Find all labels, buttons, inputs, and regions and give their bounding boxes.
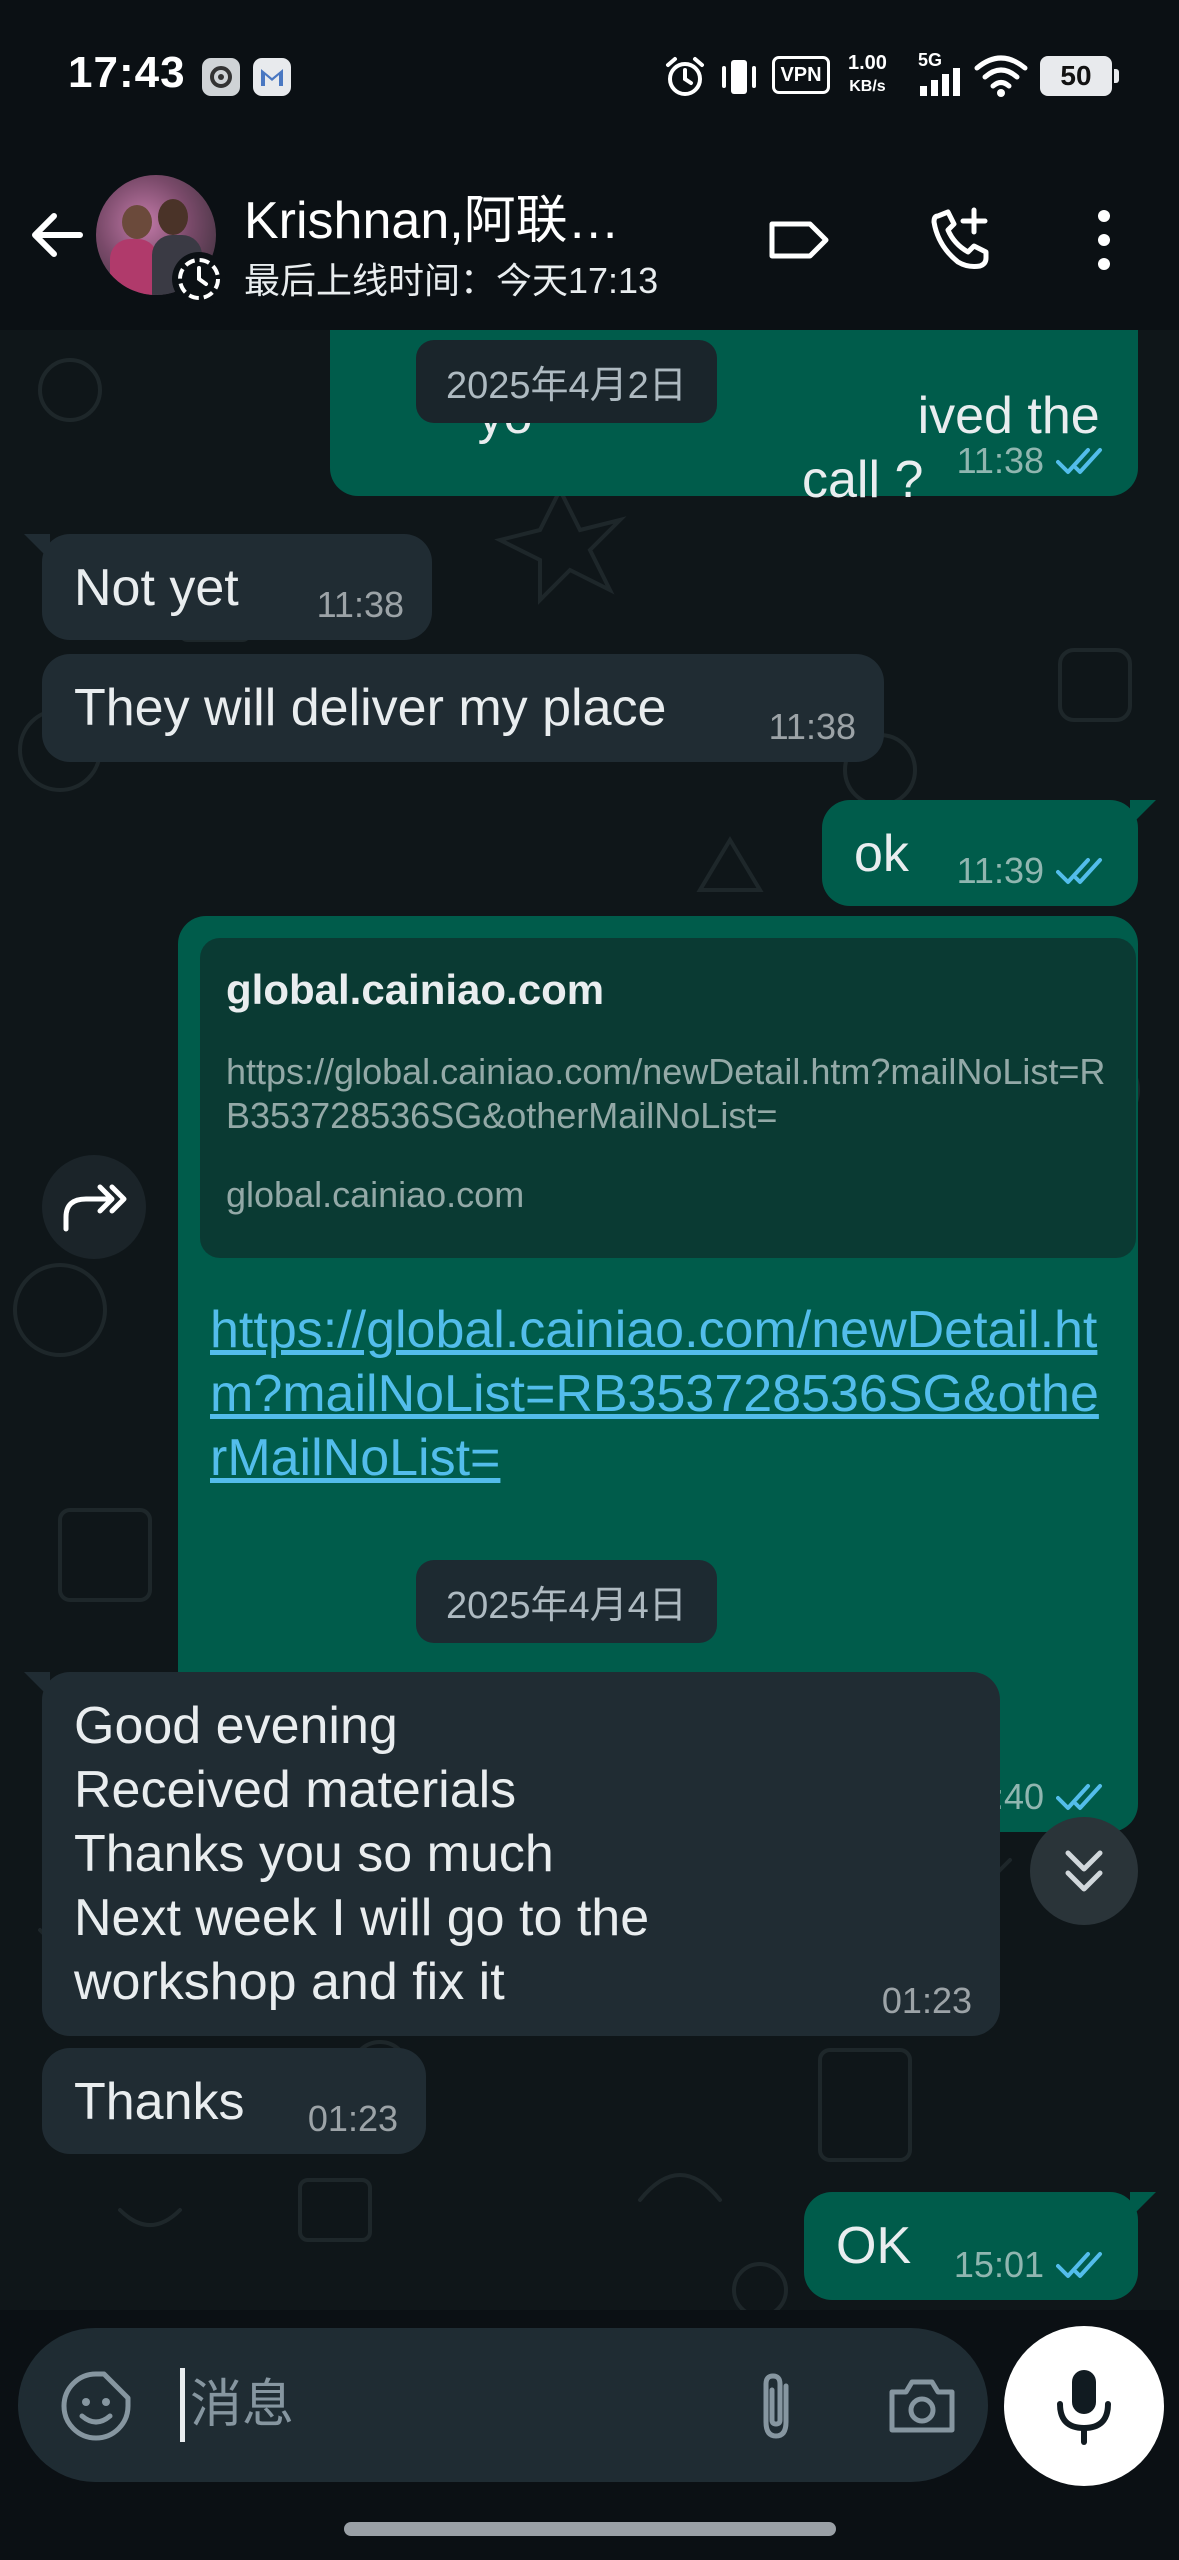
message-time: 11:38 bbox=[956, 440, 1044, 481]
text-caret bbox=[180, 2368, 185, 2442]
signal-icon bbox=[918, 66, 962, 96]
vibrate-icon bbox=[716, 54, 762, 100]
whatsapp-chat-screen: 17:43 VPN 1.00 KB/s 5G 50 Krishnan,阿联… 最… bbox=[0, 0, 1179, 2560]
chat-header: Krishnan,阿联… 最后上线时间：今天17:13 bbox=[0, 150, 1179, 330]
date-separator: 2025年4月4日 bbox=[416, 1560, 717, 1643]
read-ticks-icon bbox=[1056, 858, 1102, 884]
message-meta: 11:39 bbox=[957, 850, 1110, 892]
settings-notification-icon bbox=[202, 58, 240, 96]
message-meta: 11:38 bbox=[317, 584, 404, 626]
message-time: 15:01 bbox=[953, 2244, 1044, 2285]
battery-indicator: 50 bbox=[1040, 56, 1119, 96]
message-bubble-incoming[interactable]: They will deliver my place 11:38 bbox=[42, 654, 884, 762]
message-bubble-incoming[interactable]: Not yet 11:38 bbox=[24, 534, 432, 640]
sticker-icon[interactable] bbox=[54, 2364, 138, 2448]
message-time: 11:38 bbox=[316, 584, 404, 625]
message-meta: 11:38 bbox=[957, 440, 1110, 482]
link-preview-domain: global.cainiao.com bbox=[226, 1174, 525, 1215]
attach-icon[interactable] bbox=[734, 2364, 818, 2448]
add-call-icon[interactable] bbox=[924, 202, 1000, 278]
read-ticks-icon bbox=[1056, 448, 1102, 474]
status-update-icon[interactable] bbox=[172, 252, 226, 306]
more-vert-icon[interactable] bbox=[1066, 202, 1142, 278]
message-text: They will deliver my place bbox=[74, 679, 667, 737]
message-time: 11:39 bbox=[956, 850, 1044, 891]
mic-button[interactable] bbox=[1004, 2326, 1164, 2486]
vpn-badge: VPN bbox=[772, 56, 830, 94]
network-speed: 1.00 KB/s bbox=[848, 52, 887, 98]
last-seen-text: 最后上线时间：今天17:13 bbox=[244, 260, 659, 301]
forward-icon[interactable] bbox=[42, 1155, 146, 1259]
back-arrow-icon[interactable] bbox=[22, 200, 92, 270]
message-bubble-incoming[interactable]: Good evening Received materials Thanks y… bbox=[24, 1672, 1000, 2036]
message-list[interactable]: yo ived the call ? 11:38 2025年4月2日 Not y… bbox=[0, 330, 1179, 2310]
message-meta: 01:23 bbox=[308, 2098, 398, 2140]
message-text: Good evening Received materials Thanks y… bbox=[74, 1697, 650, 2011]
message-time: 01:23 bbox=[307, 2098, 398, 2139]
read-ticks-icon bbox=[1056, 1784, 1102, 1810]
message-link[interactable]: https://global.cainiao.com/newDetail.htm… bbox=[210, 1298, 1110, 1490]
message-bubble-outgoing[interactable]: OK 15:01 bbox=[804, 2192, 1156, 2300]
message-bubble-outgoing[interactable]: ok 11:39 bbox=[822, 800, 1156, 906]
wifi-icon bbox=[974, 54, 1028, 98]
alarm-icon bbox=[662, 54, 708, 100]
contact-name[interactable]: Krishnan,阿联… bbox=[244, 178, 620, 253]
message-meta: 01:23 bbox=[882, 1980, 972, 2022]
message-time: 01:23 bbox=[881, 1980, 972, 2021]
message-bubble-incoming[interactable]: Thanks 01:23 bbox=[42, 2048, 426, 2154]
gmail-notification-icon bbox=[253, 58, 291, 96]
status-time: 17:43 bbox=[68, 48, 186, 97]
home-indicator[interactable] bbox=[344, 2522, 836, 2536]
read-ticks-icon bbox=[1056, 2252, 1102, 2278]
mic-icon bbox=[1057, 2370, 1111, 2445]
label-icon[interactable] bbox=[760, 202, 836, 278]
date-separator: 2025年4月2日 bbox=[416, 340, 717, 423]
link-preview-title: global.cainiao.com bbox=[226, 966, 605, 1013]
message-time: 11:38 bbox=[768, 706, 856, 747]
message-input[interactable] bbox=[190, 2360, 710, 2450]
message-meta: 15:01 bbox=[954, 2244, 1110, 2286]
speed-value: 1.00 bbox=[848, 52, 887, 74]
double-chevron-down-icon bbox=[1065, 1850, 1103, 1892]
speed-unit: KB/s bbox=[849, 78, 886, 95]
status-bar: 17:43 VPN 1.00 KB/s 5G 50 bbox=[0, 0, 1179, 150]
camera-icon[interactable] bbox=[880, 2364, 964, 2448]
scroll-to-bottom-button[interactable] bbox=[1030, 1817, 1138, 1925]
message-meta: 11:38 bbox=[769, 706, 856, 748]
link-preview-description: https://global.cainiao.com/newDetail.htm… bbox=[226, 1051, 1106, 1136]
link-preview-card[interactable]: global.cainiao.com https://global.cainia… bbox=[200, 938, 1136, 1258]
compose-bar bbox=[18, 2328, 988, 2482]
